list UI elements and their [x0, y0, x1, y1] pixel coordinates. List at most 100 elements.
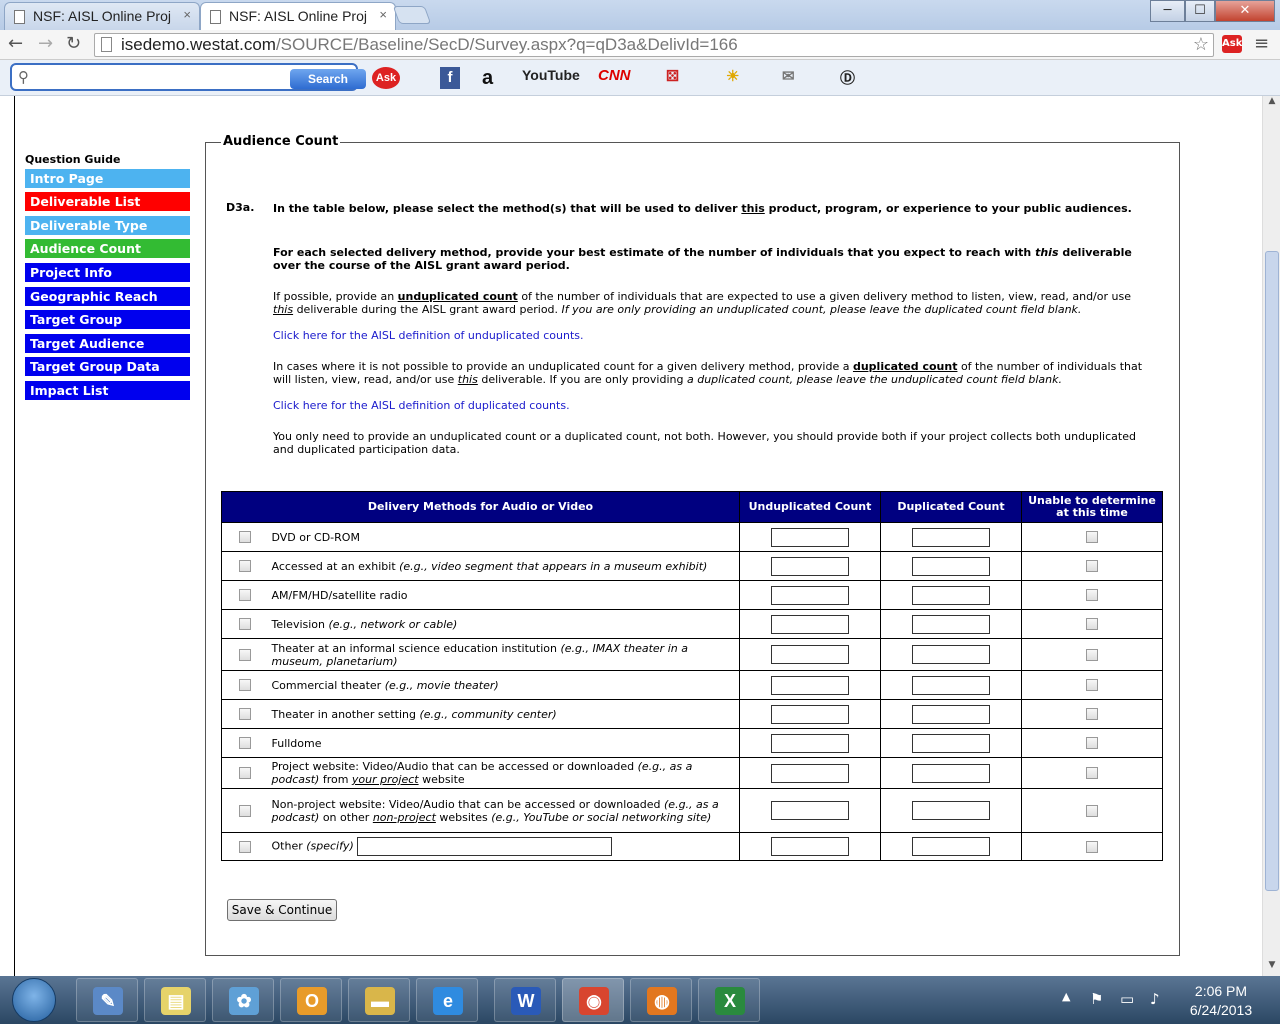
address-bar[interactable]: isedemo.westat.com/SOURCE/Baseline/SecD/…	[94, 33, 1214, 57]
reload-icon[interactable]: ↻	[66, 33, 81, 54]
unable-to-determine-checkbox[interactable]	[1086, 804, 1098, 817]
duplicated-count-input[interactable]	[912, 645, 990, 664]
games-icon[interactable]: ⚄	[666, 67, 679, 89]
scroll-down-icon[interactable]: ▼	[1263, 960, 1280, 976]
mail-icon[interactable]: ✉	[782, 67, 795, 89]
taskbar-app[interactable]: O	[280, 978, 342, 1022]
sidebar-item-audience-count[interactable]: Audience Count	[25, 239, 190, 258]
method-checkbox[interactable]	[239, 767, 252, 779]
unduplicated-definition-link[interactable]: Click here for the AISL definition of un…	[273, 329, 1153, 342]
method-checkbox[interactable]	[239, 840, 252, 853]
facebook-icon[interactable]: f	[440, 67, 460, 89]
unable-to-determine-checkbox[interactable]	[1086, 708, 1098, 720]
method-checkbox[interactable]	[239, 679, 252, 691]
other-specify-input[interactable]	[356, 837, 612, 856]
unable-to-determine-checkbox[interactable]	[1086, 560, 1098, 572]
wrench-menu-icon[interactable]: ≡	[1254, 33, 1269, 54]
sidebar-item-target-audience[interactable]: Target Audience	[25, 334, 190, 353]
tray-expand-icon[interactable]: ▲	[1062, 990, 1070, 1003]
duplicated-count-input[interactable]	[912, 733, 990, 753]
scrollbar-thumb[interactable]	[1265, 251, 1279, 891]
unduplicated-count-input[interactable]	[771, 733, 849, 753]
ask-logo-icon[interactable]: Ask	[372, 67, 400, 89]
sidebar-item-deliverable-list[interactable]: Deliverable List	[25, 192, 190, 211]
unduplicated-count-input[interactable]	[771, 645, 849, 664]
unduplicated-count-input[interactable]	[771, 527, 849, 547]
close-window-button[interactable]: ✕	[1215, 0, 1275, 22]
taskbar-app[interactable]: X	[698, 978, 760, 1022]
maximize-button[interactable]: ☐	[1185, 0, 1215, 22]
method-checkbox[interactable]	[239, 618, 252, 630]
sidebar-item-deliverable-type[interactable]: Deliverable Type	[25, 216, 190, 235]
sidebar-item-target-group-data[interactable]: Target Group Data	[25, 357, 190, 376]
flag-icon[interactable]: ⚑	[1090, 990, 1103, 1008]
scroll-up-icon[interactable]: ▲	[1263, 96, 1280, 112]
forward-icon[interactable]: →	[38, 33, 53, 54]
ask-search-box[interactable]: ⚲ Search	[10, 63, 366, 91]
unduplicated-count-input[interactable]	[771, 704, 849, 724]
unduplicated-count-input[interactable]	[771, 614, 849, 634]
duplicated-count-input[interactable]	[912, 763, 990, 783]
new-tab-button[interactable]	[392, 6, 432, 24]
taskbar-app[interactable]: ◉	[562, 978, 624, 1022]
taskbar-app[interactable]: ▤	[144, 978, 206, 1022]
duplicated-count-input[interactable]	[912, 556, 990, 576]
unable-to-determine-checkbox[interactable]	[1086, 589, 1098, 601]
sidebar-item-target-group[interactable]: Target Group	[25, 310, 190, 329]
cnn-icon[interactable]: CNN	[598, 67, 631, 89]
duplicated-count-input[interactable]	[912, 614, 990, 634]
ask-extension-icon[interactable]: Ask	[1222, 35, 1242, 53]
sidebar-item-project-info[interactable]: Project Info	[25, 263, 190, 282]
minimize-button[interactable]: ─	[1150, 0, 1185, 22]
sidebar-item-intro-page[interactable]: Intro Page	[25, 169, 190, 188]
method-checkbox[interactable]	[239, 531, 252, 543]
unduplicated-count-input[interactable]	[771, 556, 849, 576]
volume-icon[interactable]: ♪	[1150, 990, 1160, 1008]
unable-to-determine-checkbox[interactable]	[1086, 840, 1098, 853]
unable-to-determine-checkbox[interactable]	[1086, 531, 1098, 543]
browser-tab-1[interactable]: NSF: AISL Online Proj ×	[4, 2, 200, 30]
method-checkbox[interactable]	[239, 648, 252, 661]
dictionary-icon[interactable]: Ⓓ	[840, 67, 855, 89]
sidebar-item-geographic-reach[interactable]: Geographic Reach	[25, 287, 190, 306]
weather-icon[interactable]: ☀	[726, 67, 739, 89]
unduplicated-count-input[interactable]	[771, 837, 849, 856]
method-checkbox[interactable]	[239, 737, 252, 749]
bookmark-star-icon[interactable]: ☆	[1193, 34, 1209, 55]
duplicated-count-input[interactable]	[912, 585, 990, 605]
duplicated-count-input[interactable]	[912, 527, 990, 547]
unduplicated-count-input[interactable]	[771, 763, 849, 783]
taskbar-app[interactable]: ✿	[212, 978, 274, 1022]
vertical-scrollbar[interactable]: ▲ ▼	[1262, 96, 1280, 976]
close-tab-icon[interactable]: ×	[379, 7, 387, 22]
save-continue-button[interactable]: Save & Continue	[227, 899, 337, 921]
taskbar-app[interactable]: e	[416, 978, 478, 1022]
unduplicated-count-input[interactable]	[771, 801, 849, 820]
unable-to-determine-checkbox[interactable]	[1086, 648, 1098, 661]
system-clock[interactable]: 2:06 PM 6/24/2013	[1176, 982, 1266, 1020]
sidebar-item-impact-list[interactable]: Impact List	[25, 381, 190, 400]
method-checkbox[interactable]	[239, 589, 252, 601]
duplicated-definition-link[interactable]: Click here for the AISL definition of du…	[273, 399, 1153, 412]
unable-to-determine-checkbox[interactable]	[1086, 618, 1098, 630]
method-checkbox[interactable]	[239, 708, 252, 720]
duplicated-count-input[interactable]	[912, 801, 990, 820]
network-icon[interactable]: ▭	[1120, 990, 1134, 1008]
method-checkbox[interactable]	[239, 560, 252, 572]
start-button[interactable]	[12, 978, 56, 1022]
method-checkbox[interactable]	[239, 804, 252, 817]
taskbar-app[interactable]: W	[494, 978, 556, 1022]
browser-tab-2[interactable]: NSF: AISL Online Proj ×	[200, 2, 396, 31]
youtube-icon[interactable]: YouTube	[522, 67, 580, 89]
unable-to-determine-checkbox[interactable]	[1086, 767, 1098, 779]
taskbar-app[interactable]: ✎	[76, 978, 138, 1022]
unable-to-determine-checkbox[interactable]	[1086, 679, 1098, 691]
taskbar-app[interactable]: ▬	[348, 978, 410, 1022]
ask-search-button[interactable]: Search	[290, 69, 366, 89]
amazon-icon[interactable]: a	[482, 67, 493, 89]
duplicated-count-input[interactable]	[912, 704, 990, 724]
unduplicated-count-input[interactable]	[771, 675, 849, 695]
unable-to-determine-checkbox[interactable]	[1086, 737, 1098, 749]
duplicated-count-input[interactable]	[912, 675, 990, 695]
taskbar-app[interactable]: ◍	[630, 978, 692, 1022]
